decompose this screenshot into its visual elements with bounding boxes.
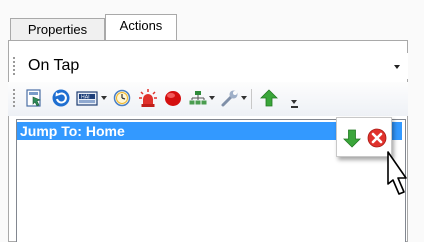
tab-label: Properties [27,22,88,37]
toolbar-grip[interactable] [13,87,16,108]
hierarchy-icon[interactable] [188,88,208,108]
add-action-icon[interactable] [24,88,44,108]
list-item-label: Jump To: Home [20,123,125,139]
tab-actions[interactable]: Actions [105,14,177,40]
timer-icon[interactable] [112,88,132,108]
wrench-icon[interactable] [220,88,240,108]
overflow-bar [291,106,298,108]
toolbar-separator [251,89,252,109]
image-dropdown-arrow[interactable] [101,96,107,100]
wrench-dropdown-arrow[interactable] [241,96,247,100]
tab-label: Actions [119,18,163,33]
trigger-select-value: On Tap [28,57,80,74]
alarm-icon[interactable] [138,88,158,108]
move-down-icon[interactable] [343,128,361,148]
combo-grip[interactable] [13,55,16,76]
delete-icon[interactable] [367,128,387,148]
svg-text:HAI: HAI [81,95,90,101]
overflow-chevron-icon[interactable] [291,100,297,104]
actions-toolbar: HAI [8,82,408,116]
move-up-icon[interactable] [259,88,279,108]
chevron-down-icon[interactable] [394,65,400,69]
image-icon[interactable]: HAI [76,88,100,108]
hierarchy-dropdown-arrow[interactable] [209,96,215,100]
tab-properties[interactable]: Properties [10,18,105,40]
refresh-icon[interactable] [51,88,71,108]
mouse-cursor-icon [381,150,413,202]
trigger-select[interactable]: On Tap [22,53,408,79]
record-icon[interactable] [163,88,183,108]
